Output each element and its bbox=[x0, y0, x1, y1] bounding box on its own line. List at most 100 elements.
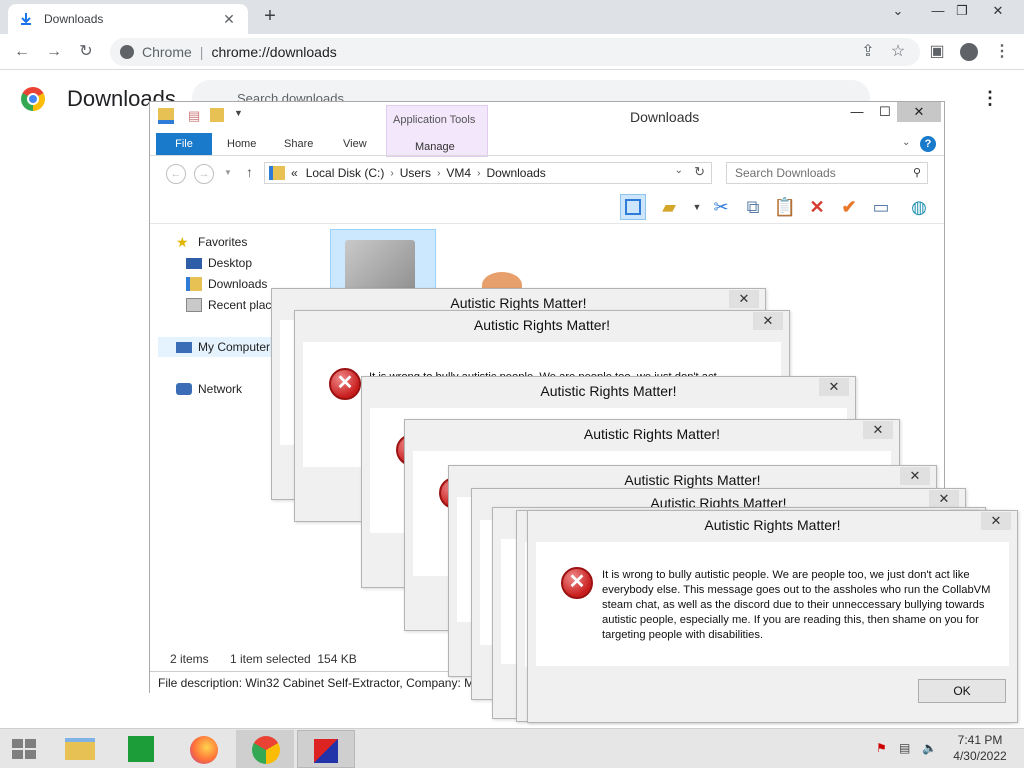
dialog-close-button[interactable]: ✕ bbox=[900, 467, 930, 485]
omnibox[interactable]: Chrome | chrome://downloads bbox=[110, 38, 920, 66]
dialog-close-button[interactable]: ✕ bbox=[981, 512, 1011, 530]
system-clock[interactable]: 7:41 PM 4/30/2022 bbox=[942, 732, 1018, 764]
omnibox-url: chrome://downloads bbox=[211, 44, 337, 60]
rename-icon[interactable]: ▭ bbox=[868, 194, 894, 220]
close-icon[interactable]: ✕ bbox=[220, 11, 238, 28]
paste-icon[interactable]: 📋 bbox=[772, 194, 798, 220]
dialog-close-button[interactable]: ✕ bbox=[753, 312, 783, 330]
help-icon[interactable]: ? bbox=[920, 136, 936, 152]
folder-icon bbox=[269, 166, 285, 180]
explorer-close-button[interactable]: ✕ bbox=[897, 102, 941, 122]
share-icon[interactable]: ⇪ bbox=[856, 41, 880, 63]
back-icon[interactable]: ← bbox=[10, 41, 34, 63]
clock-date: 4/30/2022 bbox=[953, 749, 1007, 763]
network-tray-icon[interactable]: ▤ bbox=[899, 741, 910, 755]
tab-view[interactable]: View bbox=[343, 138, 367, 150]
back-icon[interactable]: ← bbox=[166, 164, 186, 184]
crumb-separator: › bbox=[437, 167, 441, 179]
minimize-button[interactable]: ⌄ bbox=[876, 0, 920, 24]
preview-pane-icon[interactable] bbox=[620, 194, 646, 220]
chevron-down-icon[interactable]: ⌄ bbox=[675, 165, 683, 176]
store-icon bbox=[128, 736, 154, 762]
star-icon: ★ bbox=[176, 234, 189, 250]
crumb-users[interactable]: Users bbox=[400, 166, 431, 180]
reload-icon[interactable]: ↻ bbox=[74, 41, 98, 63]
chevron-down-icon[interactable]: ▼ bbox=[684, 194, 710, 220]
chevron-down-icon[interactable]: ▼ bbox=[234, 108, 243, 118]
forward-icon[interactable]: → bbox=[194, 164, 214, 184]
dialog-close-button[interactable]: ✕ bbox=[929, 490, 959, 508]
crumb-separator: › bbox=[390, 167, 394, 179]
network-globe-icon[interactable]: ◍ bbox=[906, 194, 932, 220]
forward-icon[interactable]: → bbox=[42, 41, 66, 63]
application-tools-label: Application Tools bbox=[393, 114, 476, 126]
explorer-title: Downloads bbox=[630, 109, 700, 125]
folder-options-icon[interactable]: ▰ bbox=[656, 194, 682, 220]
flag-tray-icon[interactable]: ⚑ bbox=[876, 741, 887, 755]
nav-desktop-label: Desktop bbox=[208, 256, 253, 270]
properties-icon[interactable]: ▤ bbox=[188, 108, 200, 124]
clock-time: 7:41 PM bbox=[957, 733, 1003, 747]
nav-downloads[interactable]: Downloads bbox=[186, 274, 267, 294]
error-dialog-front: Autistic Rights Matter! ✕ ✕ It is wrong … bbox=[527, 510, 1018, 723]
tab-file[interactable]: File bbox=[156, 133, 212, 155]
taskbar-installer[interactable] bbox=[297, 730, 355, 768]
profile-icon[interactable] bbox=[957, 41, 981, 63]
address-bar[interactable]: « Local Disk (C:) › Users › VM4 › Downlo… bbox=[264, 162, 712, 184]
tab-downloads[interactable]: Downloads ✕ bbox=[8, 4, 248, 34]
sidepanel-icon[interactable]: ▣ bbox=[925, 41, 949, 63]
crumb-downloads[interactable]: Downloads bbox=[486, 166, 545, 180]
windows-start-icon bbox=[12, 739, 36, 759]
explorer-minimize-button[interactable]: — bbox=[842, 102, 872, 122]
new-folder-icon[interactable] bbox=[210, 108, 224, 122]
dialog-close-button[interactable]: ✕ bbox=[819, 378, 849, 396]
chrome-toolbar: ← → ↻ Chrome | chrome://downloads ⇪ ☆ ▣ … bbox=[0, 34, 1024, 70]
ok-button[interactable]: OK bbox=[918, 679, 1006, 703]
crumb-vm4[interactable]: VM4 bbox=[446, 166, 471, 180]
error-icon: ✕ bbox=[329, 368, 361, 400]
file-explorer-icon bbox=[65, 738, 95, 760]
chevron-down-icon[interactable]: ⌄ bbox=[902, 137, 910, 148]
nav-network[interactable]: Network bbox=[176, 379, 242, 399]
recent-locations-icon[interactable]: ▼ bbox=[224, 168, 232, 177]
kebab-menu-icon[interactable]: ⋮ bbox=[990, 41, 1014, 63]
crumb-local-disk[interactable]: Local Disk (C:) bbox=[306, 166, 385, 180]
delete-icon[interactable]: ✕ bbox=[804, 194, 830, 220]
site-info-icon[interactable] bbox=[120, 45, 134, 59]
refresh-icon[interactable]: ↻ bbox=[694, 164, 705, 180]
file-item-selected[interactable] bbox=[330, 229, 436, 297]
taskbar-store[interactable] bbox=[112, 730, 170, 768]
omnibox-separator: | bbox=[199, 44, 204, 60]
dialog-close-button[interactable]: ✕ bbox=[863, 421, 893, 439]
nav-desktop[interactable]: Desktop bbox=[186, 253, 252, 273]
nav-favorites[interactable]: ★ Favorites bbox=[176, 232, 247, 252]
up-arrow-icon[interactable]: ↑ bbox=[246, 164, 253, 180]
dialog-title: Autistic Rights Matter! bbox=[624, 472, 761, 488]
start-button[interactable] bbox=[0, 730, 48, 768]
installer-icon bbox=[314, 739, 338, 763]
cut-icon[interactable]: ✂ bbox=[708, 194, 734, 220]
nav-recent-places[interactable]: Recent places bbox=[186, 295, 284, 315]
checkmark-icon[interactable]: ✔ bbox=[836, 194, 862, 220]
dialog-close-button[interactable]: ✕ bbox=[729, 290, 759, 308]
explorer-maximize-button[interactable]: ☐ bbox=[870, 102, 900, 122]
explorer-search-input[interactable]: Search Downloads ⚲ bbox=[726, 162, 928, 184]
new-tab-button[interactable]: + bbox=[258, 5, 282, 29]
crumb-separator: › bbox=[477, 167, 481, 179]
taskbar-firefox[interactable] bbox=[174, 730, 232, 768]
star-icon[interactable]: ☆ bbox=[886, 41, 910, 63]
explorer-titlebar: ▤ ▼ Downloads — ☐ ✕ bbox=[150, 102, 944, 132]
chrome-close-button[interactable]: ✕ bbox=[976, 0, 1020, 24]
tab-home[interactable]: Home bbox=[227, 138, 256, 150]
taskbar-chrome[interactable] bbox=[236, 730, 294, 768]
search-icon: ⚲ bbox=[912, 167, 921, 179]
chrome-logo-icon bbox=[21, 87, 45, 111]
copy-icon[interactable]: ⧉ bbox=[740, 194, 766, 220]
taskbar: ⚑ ▤ 🔈 7:41 PM 4/30/2022 bbox=[0, 728, 1024, 768]
dialog-title: Autistic Rights Matter! bbox=[540, 383, 677, 399]
kebab-menu-icon[interactable]: ⋮ bbox=[980, 88, 1000, 109]
downloads-folder-icon bbox=[186, 277, 202, 291]
taskbar-file-explorer[interactable] bbox=[50, 730, 108, 768]
tab-share[interactable]: Share bbox=[284, 138, 313, 150]
volume-tray-icon[interactable]: 🔈 bbox=[922, 741, 937, 755]
